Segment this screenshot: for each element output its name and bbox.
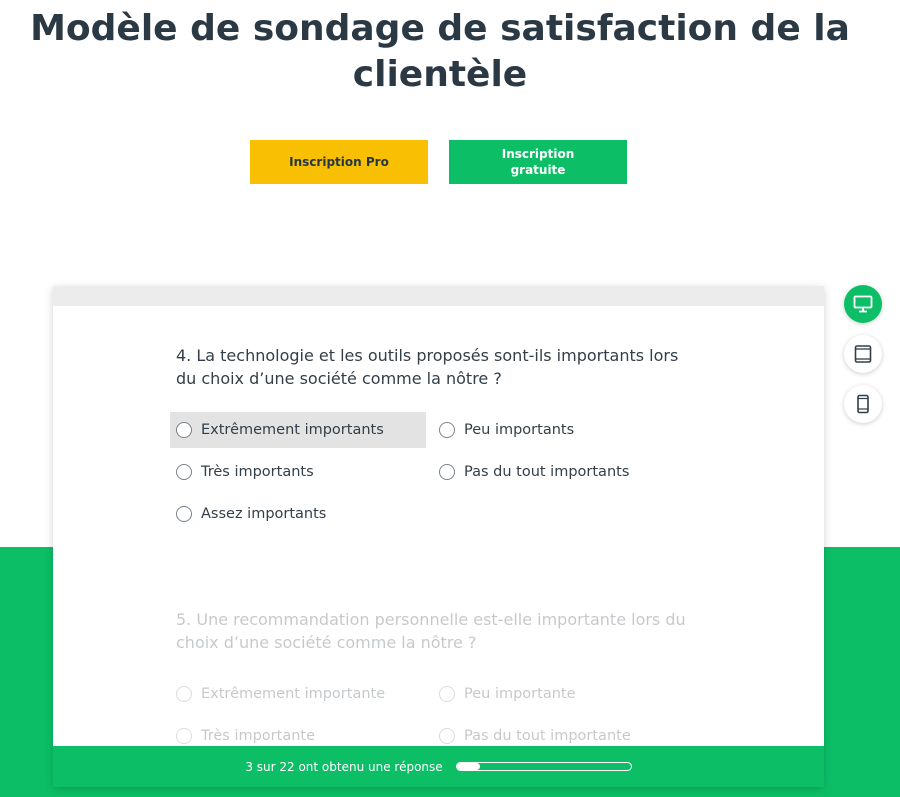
progress-bar <box>455 762 632 771</box>
radio-button[interactable] <box>176 506 192 522</box>
desktop-view-button[interactable] <box>844 285 882 323</box>
radio-button[interactable] <box>439 464 455 480</box>
radio-button[interactable] <box>176 422 192 438</box>
option-peu-importante[interactable]: Peu importante <box>434 676 669 712</box>
progress-footer: 3 sur 22 ont obtenu une réponse <box>53 746 824 787</box>
tablet-icon <box>854 345 872 363</box>
radio-button[interactable] <box>439 728 455 744</box>
radio-button[interactable] <box>176 686 192 702</box>
radio-button[interactable] <box>439 686 455 702</box>
question-4-text: 4. La technologie et les outils proposés… <box>176 346 679 388</box>
option-label: Extrêmement importants <box>201 422 384 438</box>
tablet-view-button[interactable] <box>844 335 882 373</box>
option-label: Peu importante <box>464 686 576 702</box>
option-tres-importants[interactable]: Très importants <box>170 454 426 490</box>
question-4: 4. La technologie et les outils proposés… <box>170 344 696 538</box>
mobile-view-button[interactable] <box>844 385 882 423</box>
signup-free-label: Inscription gratuite <box>501 147 575 177</box>
mobile-icon <box>857 394 869 414</box>
option-pas-du-tout-importants[interactable]: Pas du tout importants <box>434 454 669 490</box>
option-assez-importants[interactable]: Assez importants <box>170 496 426 532</box>
signup-free-button[interactable]: Inscription gratuite <box>449 140 627 184</box>
progress-text: 3 sur 22 ont obtenu une réponse <box>245 759 443 774</box>
option-peu-importants[interactable]: Peu importants <box>434 412 669 448</box>
radio-button[interactable] <box>439 422 455 438</box>
question-4-options: Extrêmement importants Peu importants Tr… <box>170 412 696 538</box>
option-label: Très importants <box>201 464 314 480</box>
option-label: Extrêmement importante <box>201 686 386 702</box>
option-extremement-importante[interactable]: Extrêmement importante <box>170 676 426 712</box>
progress-bar-fill <box>456 763 481 770</box>
option-label: Assez importants <box>201 506 327 522</box>
option-label: Pas du tout importants <box>464 464 630 480</box>
option-label: Très importante <box>201 728 316 744</box>
card-top-bar <box>53 286 824 306</box>
option-label: Pas du tout importante <box>464 728 631 744</box>
option-extremement-importants[interactable]: Extrêmement importants <box>170 412 426 448</box>
option-label: Peu importants <box>464 422 575 438</box>
radio-button[interactable] <box>176 728 192 744</box>
signup-pro-button[interactable]: Inscription Pro <box>250 140 428 184</box>
survey-preview-card: 4. La technologie et les outils proposés… <box>53 286 824 787</box>
desktop-icon <box>853 295 873 313</box>
radio-button[interactable] <box>176 464 192 480</box>
question-5-text: 5. Une recommandation personnelle est-el… <box>176 610 686 652</box>
page-title: Modèle de sondage de satisfaction de la … <box>30 8 850 95</box>
